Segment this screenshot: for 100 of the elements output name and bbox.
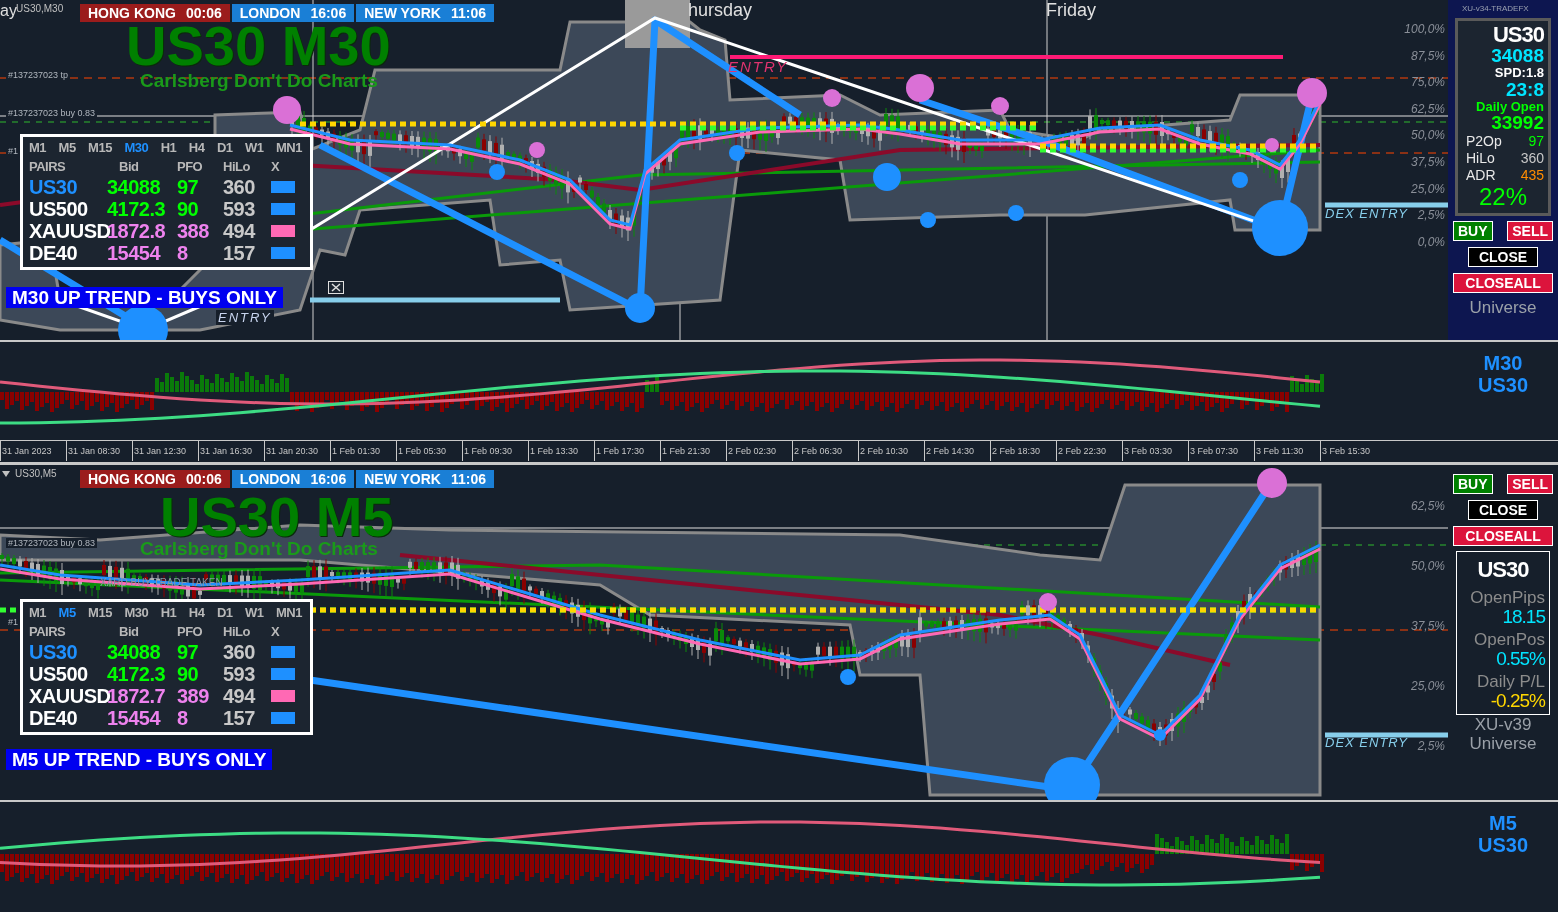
close-icon[interactable] xyxy=(328,281,344,294)
timeframe-tab[interactable]: M15 xyxy=(88,140,112,155)
close-all-button[interactable]: CLOSEALL xyxy=(1453,273,1553,294)
indicator-label: US30 xyxy=(1478,374,1528,396)
session-city: NEW YORK xyxy=(364,471,441,487)
pfo-cell-text: 8 xyxy=(177,707,189,729)
order-line-label: #137237023 tp xyxy=(6,70,71,80)
signal-label: ENTRY xyxy=(216,310,274,325)
time-axis-label: 2 Feb 18:30 xyxy=(990,441,1056,461)
timeframe-tab[interactable]: D1 xyxy=(216,605,233,620)
day-label: ay xyxy=(0,2,17,20)
timeframe-tab[interactable]: H4 xyxy=(188,605,205,620)
sell-button[interactable]: SELL xyxy=(1507,474,1553,494)
timeframe-tab[interactable]: M15 xyxy=(88,605,112,620)
hilo-cell-text: 593 xyxy=(223,198,256,220)
bid-cell-text: 4172.3 xyxy=(107,663,167,685)
timeframe-tab[interactable]: D1 xyxy=(216,140,233,155)
info-value: 23:8 xyxy=(1505,79,1544,100)
chart-symbol-label: US30,M30 xyxy=(16,3,64,14)
signal-dot xyxy=(273,96,301,124)
signal-dot xyxy=(1265,138,1279,152)
column-header: PAIRS xyxy=(29,158,67,176)
info-percent: 22% xyxy=(1478,184,1527,210)
signal-label: DEX ENTRY xyxy=(1325,735,1408,750)
column-header: PAIRS xyxy=(29,623,67,641)
info-value: 33992 xyxy=(1491,113,1544,134)
time-axis-label: 2 Feb 06:30 xyxy=(792,441,858,461)
bid-cell-text: 15454 xyxy=(107,707,162,729)
time-axis-label: 3 Feb 03:30 xyxy=(1122,441,1188,461)
chart-symbol-label: US30,M5 xyxy=(15,468,57,479)
info-value: 0.55% xyxy=(1496,648,1545,669)
dropdown-caret-icon[interactable] xyxy=(2,470,10,477)
timeframe-tab[interactable]: W1 xyxy=(245,605,264,620)
time-axis-label: 2 Feb 02:30 xyxy=(726,441,792,461)
timeframe-tab[interactable]: M1 xyxy=(29,140,47,155)
bid-cell-text: 1872.8 xyxy=(107,220,167,242)
time-axis-label: 31 Jan 08:30 xyxy=(66,441,132,461)
timeframe-tab[interactable]: H4 xyxy=(188,140,205,155)
timeframe-tab[interactable]: H1 xyxy=(160,140,177,155)
level-label: 62,5% xyxy=(1410,101,1445,116)
signal-dot xyxy=(840,669,856,685)
pair-name[interactable]: US30 xyxy=(29,176,107,198)
pair-name[interactable]: US500 xyxy=(29,663,107,685)
time-axis-label: 3 Feb 07:30 xyxy=(1188,441,1254,461)
level-label: 62,5% xyxy=(1410,499,1445,513)
timeframe-tab[interactable]: MN1 xyxy=(275,605,302,620)
pair-name[interactable]: DE40 xyxy=(29,707,107,729)
timeframe-tab[interactable]: M5 xyxy=(58,140,76,155)
timeframe-tab[interactable]: M5 xyxy=(58,605,76,620)
time-axis-label: 1 Feb 01:30 xyxy=(330,441,396,461)
order-line-label: #1 xyxy=(6,617,20,627)
column-header: Bid xyxy=(118,623,140,641)
indicator-label: M5 xyxy=(1489,812,1517,834)
timeframe-tab[interactable]: M30 xyxy=(124,140,149,155)
timeframe-tab[interactable]: H1 xyxy=(160,605,177,620)
level-label: 0,0% xyxy=(1417,234,1445,249)
buy-button[interactable]: BUY xyxy=(1453,474,1493,494)
signal-dot xyxy=(1154,729,1166,741)
session-city: LONDON xyxy=(239,471,301,487)
time-axis-label: 31 Jan 12:30 xyxy=(132,441,198,461)
level-label: 37,5% xyxy=(1410,155,1445,169)
timeframe-tab[interactable]: M30 xyxy=(124,605,149,620)
version-caption: Universe xyxy=(1469,298,1537,318)
pair-name[interactable]: DE40 xyxy=(29,242,107,264)
timeframe-tab[interactable]: M1 xyxy=(29,605,47,620)
order-line-label: #137237023 buy 0.83 xyxy=(6,108,98,118)
close-button[interactable]: CLOSE xyxy=(1467,247,1539,268)
order-line-label: #1 xyxy=(6,146,20,156)
sell-button[interactable]: SELL xyxy=(1507,221,1553,242)
close-all-button[interactable]: CLOSEALL xyxy=(1453,526,1553,546)
day-label: Friday xyxy=(1046,0,1096,21)
level-label: 37,5% xyxy=(1410,619,1445,633)
level-label: 75,0% xyxy=(1410,75,1445,90)
timeframe-tab[interactable]: MN1 xyxy=(275,140,302,155)
indicator-label: US30 xyxy=(1478,834,1528,856)
level-label: 87,5% xyxy=(1410,48,1445,63)
time-axis-label: 3 Feb 11:30 xyxy=(1254,441,1320,461)
session-time: 11:06 xyxy=(450,471,486,487)
trend-banner: M5 UP TREND - BUYS ONLY xyxy=(6,749,273,770)
level-label: 25,0% xyxy=(1410,679,1445,693)
signal-dot xyxy=(920,212,936,228)
hilo-cell-text: 494 xyxy=(223,685,257,707)
signal-dot xyxy=(906,74,934,102)
buy-button[interactable]: BUY xyxy=(1453,221,1493,242)
close-button[interactable]: CLOSE xyxy=(1467,500,1539,520)
time-axis-label: 1 Feb 17:30 xyxy=(594,441,660,461)
signal-dot xyxy=(1232,172,1248,188)
hilo-cell-text: 494 xyxy=(223,220,257,242)
timeframe-tab[interactable]: W1 xyxy=(245,140,264,155)
level-label: 100,0% xyxy=(1404,22,1445,36)
hilo-cell-text: 157 xyxy=(223,707,256,729)
level-label: 2,5% xyxy=(1417,208,1445,223)
signal-dot xyxy=(873,163,901,191)
pair-name[interactable]: US30 xyxy=(29,641,107,663)
time-axis-label: 31 Jan 2023 xyxy=(0,441,66,461)
signal-label: XARD BUY TRADE TAKEN xyxy=(100,577,223,588)
signal-dot xyxy=(991,97,1009,115)
pair-name[interactable]: US500 xyxy=(29,198,107,220)
version-caption: Universe xyxy=(1469,734,1537,754)
time-axis-label: 2 Feb 14:30 xyxy=(924,441,990,461)
